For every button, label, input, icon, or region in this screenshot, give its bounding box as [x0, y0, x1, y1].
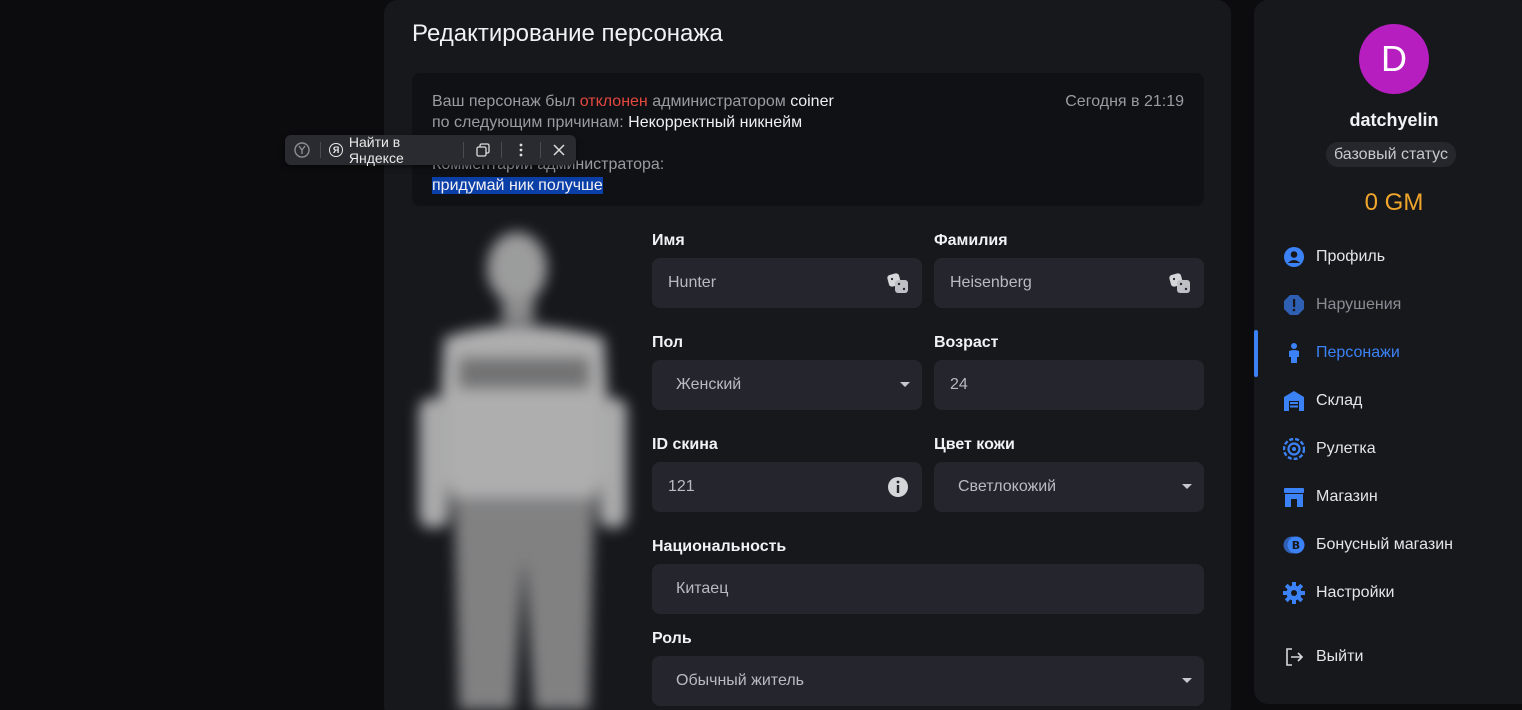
- warehouse-icon: [1282, 389, 1306, 413]
- admin-comment[interactable]: придумай ник получше: [432, 177, 603, 194]
- sidebar-item-violations[interactable]: Нарушения: [1282, 290, 1401, 320]
- person-icon: [1282, 341, 1306, 365]
- dice-icon[interactable]: [886, 271, 910, 295]
- gender-select[interactable]: Женский: [652, 360, 922, 410]
- logout-button[interactable]: Выйти: [1282, 642, 1363, 672]
- more-icon[interactable]: [510, 139, 531, 161]
- copy-icon[interactable]: [472, 139, 493, 161]
- skin-id-field[interactable]: 121: [652, 462, 922, 512]
- info-icon[interactable]: [886, 475, 910, 499]
- sidebar-item-settings[interactable]: Настройки: [1282, 578, 1394, 608]
- page-title: Редактирование персонажа: [412, 20, 723, 47]
- notice-text: Ваш персонаж был: [432, 93, 580, 110]
- notice-time: Сегодня в 21:19: [1065, 93, 1184, 110]
- chevron-down-icon: [1182, 484, 1192, 489]
- store-icon: [1282, 485, 1306, 509]
- alert-icon: [1282, 293, 1306, 317]
- role-select[interactable]: Обычный житель: [652, 656, 1204, 706]
- gender-label: Пол: [652, 334, 684, 351]
- last-name-field[interactable]: Heisenberg: [934, 258, 1204, 308]
- sidebar-item-warehouse[interactable]: Склад: [1282, 386, 1362, 416]
- first-name-field[interactable]: Hunter: [652, 258, 922, 308]
- active-indicator: [1254, 330, 1258, 377]
- yandex-selection-toolbar: Я Найти в Яндексе: [285, 134, 576, 166]
- balance: 0 GM: [1364, 189, 1424, 216]
- bonus-icon: B: [1282, 533, 1306, 557]
- nationality-field[interactable]: Китаец: [652, 564, 1204, 614]
- first-name-label: Имя: [652, 232, 685, 249]
- sidebar-item-characters[interactable]: Персонажи: [1282, 338, 1400, 368]
- gear-icon: [1282, 581, 1306, 605]
- svg-text:B: B: [1292, 539, 1300, 552]
- character-skin-image: [419, 232, 627, 710]
- user-sidebar: D datchyelin базовый статус 0 GM Профиль…: [1254, 0, 1522, 704]
- dice-icon[interactable]: [1168, 271, 1192, 295]
- reject-reason: Некорректный никнейм: [628, 114, 803, 131]
- age-label: Возраст: [934, 334, 999, 351]
- avatar[interactable]: D: [1359, 24, 1429, 94]
- skin-color-label: Цвет кожи: [934, 436, 1015, 453]
- nationality-label: Национальность: [652, 538, 787, 555]
- last-name-label: Фамилия: [934, 232, 1008, 249]
- chevron-down-icon: [900, 382, 910, 387]
- role-label: Роль: [652, 630, 692, 647]
- chevron-down-icon: [1182, 678, 1192, 683]
- yandex-logo-icon: Я: [329, 143, 343, 157]
- rejected-word: отклонен: [579, 93, 648, 110]
- find-in-yandex-button[interactable]: Я Найти в Яндексе: [329, 134, 455, 166]
- admin-name: coiner: [790, 93, 834, 110]
- sidebar-item-store[interactable]: Магазин: [1282, 482, 1378, 512]
- user-icon: [1282, 245, 1306, 269]
- sidebar-item-bonus-store[interactable]: B Бонусный магазин: [1282, 530, 1453, 560]
- username: datchyelin: [1349, 110, 1439, 130]
- skin-id-label: ID скина: [652, 436, 718, 453]
- age-field[interactable]: 24: [934, 360, 1204, 410]
- sidebar-item-roulette[interactable]: Рулетка: [1282, 434, 1376, 464]
- roulette-icon: [1282, 437, 1306, 461]
- yandex-browser-icon[interactable]: [291, 139, 312, 161]
- skin-color-select[interactable]: Светлокожий: [934, 462, 1204, 512]
- status-badge: базовый статус: [1326, 142, 1456, 167]
- close-icon[interactable]: [549, 139, 570, 161]
- logout-icon: [1282, 645, 1306, 669]
- sidebar-item-profile[interactable]: Профиль: [1282, 242, 1385, 272]
